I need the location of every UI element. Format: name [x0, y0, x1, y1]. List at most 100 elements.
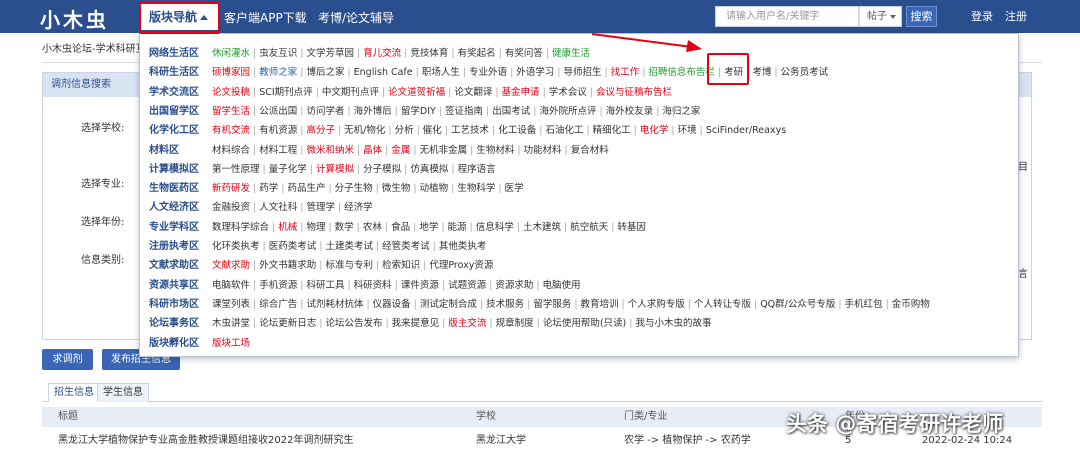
menu-link[interactable]: 会议与征稿布告栏	[596, 87, 672, 98]
menu-link[interactable]: 技术服务	[486, 299, 524, 310]
menu-link[interactable]: 教师之家	[259, 67, 297, 78]
menu-link[interactable]: 留学服务	[533, 299, 571, 310]
menu-link[interactable]: 标准与专利	[325, 260, 373, 271]
request-adjustment-button[interactable]: 求调剂	[42, 349, 93, 370]
menu-link[interactable]: 医药类考试	[269, 241, 317, 252]
menu-link[interactable]: 个人转让专版	[694, 299, 751, 310]
site-logo[interactable]: 小木虫	[40, 4, 109, 33]
menu-link[interactable]: 测试定制合成	[420, 299, 477, 310]
menu-link[interactable]: 仪器设备	[373, 299, 411, 310]
menu-link[interactable]: 物理	[306, 222, 325, 233]
menu-link[interactable]: 试剂耗材抗体	[306, 299, 363, 310]
menu-link[interactable]: 石油化工	[545, 125, 583, 136]
menu-category-title[interactable]: 论坛事务区	[149, 314, 199, 329]
menu-link[interactable]: 论坛使用帮助(只读)	[543, 318, 626, 329]
menu-link[interactable]: 科研工具	[306, 280, 344, 291]
menu-category-title[interactable]: 出国留学区	[149, 102, 199, 117]
menu-category-title[interactable]: 注册执考区	[149, 237, 199, 252]
menu-link[interactable]: 健康生活	[552, 48, 590, 59]
menu-link[interactable]: 电脑使用	[543, 280, 581, 291]
menu-link[interactable]: 专业外语	[469, 67, 507, 78]
menu-link[interactable]: 农林	[363, 222, 382, 233]
menu-link[interactable]: 高分子	[306, 125, 335, 136]
menu-link[interactable]: 复合材料	[571, 145, 609, 156]
menu-link[interactable]: 科研资料	[354, 280, 392, 291]
menu-link[interactable]: 新药研发	[212, 183, 250, 194]
menu-link[interactable]: 留学DIY	[401, 106, 436, 117]
menu-category-title[interactable]: 文献求助区	[149, 256, 199, 271]
menu-link[interactable]: 论文翻译	[454, 87, 492, 98]
menu-link[interactable]: 材料综合	[212, 145, 250, 156]
menu-link[interactable]: 分子生物	[335, 183, 373, 194]
menu-link[interactable]: 环境	[678, 125, 697, 136]
menu-link[interactable]: 外语学习	[516, 67, 554, 78]
menu-link[interactable]: 论文投稿	[212, 87, 250, 98]
menu-link[interactable]: 出国考试	[492, 106, 530, 117]
menu-link[interactable]: 精细化工	[593, 125, 631, 136]
menu-link[interactable]: 休闲灌水	[212, 48, 250, 59]
menu-link[interactable]: 竞技体育	[410, 48, 448, 59]
menu-link[interactable]: 虫友互识	[259, 48, 297, 59]
menu-link[interactable]: 代理Proxy资源	[429, 260, 493, 271]
menu-link[interactable]: 转基因	[617, 222, 646, 233]
menu-link[interactable]: 资源求助	[495, 280, 533, 291]
menu-link[interactable]: 人文社科	[259, 202, 297, 213]
menu-link[interactable]: 课件资源	[401, 280, 439, 291]
menu-category-title[interactable]: 人文经济区	[149, 198, 199, 213]
menu-link[interactable]: 课堂列表	[212, 299, 250, 310]
menu-link[interactable]: 中文期刊点评	[322, 87, 379, 98]
menu-link[interactable]: QQ群/公众号专版	[760, 299, 835, 310]
menu-category-title[interactable]: 计算模拟区	[149, 160, 199, 175]
menu-link[interactable]: 第一性原理	[212, 164, 260, 175]
menu-link[interactable]: 催化	[423, 125, 442, 136]
menu-link[interactable]: 机械	[278, 222, 297, 233]
menu-link[interactable]: 规章制度	[496, 318, 534, 329]
menu-link[interactable]: 动植物	[420, 183, 449, 194]
menu-link[interactable]: 药学	[259, 183, 278, 194]
search-button[interactable]: 搜索	[906, 6, 937, 27]
menu-link[interactable]: 微米和纳米	[306, 145, 354, 156]
menu-link[interactable]: 经管类考试	[382, 241, 430, 252]
menu-link[interactable]: SCI期刊点评	[259, 87, 312, 98]
menu-link[interactable]: 航空航天	[570, 222, 608, 233]
menu-link[interactable]: 金币购物	[892, 299, 930, 310]
menu-link[interactable]: 无机非金属	[420, 145, 468, 156]
menu-link[interactable]: 分子模拟	[363, 164, 401, 175]
menu-link[interactable]: 无机/物化	[344, 125, 385, 136]
menu-link[interactable]: 材料工程	[259, 145, 297, 156]
menu-link[interactable]: 手机资源	[259, 280, 297, 291]
menu-category-title[interactable]: 学术交流区	[149, 83, 199, 98]
menu-link[interactable]: 导师招生	[563, 67, 601, 78]
menu-link[interactable]: 手机红包	[845, 299, 883, 310]
menu-link[interactable]: 生物材料	[476, 145, 514, 156]
menu-link[interactable]: 留学生活	[212, 106, 250, 117]
menu-link[interactable]: 其他类执考	[439, 241, 487, 252]
menu-link[interactable]: 文献求助	[212, 260, 250, 271]
menu-link[interactable]: 版块工场	[212, 338, 250, 349]
menu-link[interactable]: 功能材料	[524, 145, 562, 156]
menu-link[interactable]: 海外院所点评	[539, 106, 596, 117]
menu-link[interactable]: 硕博家园	[212, 67, 250, 78]
menu-link[interactable]: 教育培训	[581, 299, 619, 310]
menu-link[interactable]: 海外校友录	[606, 106, 654, 117]
menu-link[interactable]: 试题资源	[448, 280, 486, 291]
menu-link[interactable]: 公派出国	[259, 106, 297, 117]
menu-link[interactable]: 博后之家	[306, 67, 344, 78]
menu-link[interactable]: 论坛公告发布	[325, 318, 382, 329]
search-input[interactable]: 请输入用户名/关键字	[715, 6, 859, 27]
menu-category-title[interactable]: 科研生活区	[149, 63, 199, 78]
menu-link[interactable]: 考博	[752, 67, 771, 78]
menu-link[interactable]: 访问学者	[306, 106, 344, 117]
menu-link[interactable]: 土木建筑	[523, 222, 561, 233]
menu-link[interactable]: 工艺技术	[451, 125, 489, 136]
menu-link[interactable]: 能源	[448, 222, 467, 233]
menu-link[interactable]: 基金申请	[502, 87, 540, 98]
menu-link[interactable]: 我与小木虫的故事	[635, 318, 711, 329]
menu-link[interactable]: 版主交流	[448, 318, 486, 329]
menu-link[interactable]: 学术会议	[549, 87, 587, 98]
menu-link[interactable]: 签证指南	[445, 106, 483, 117]
menu-link[interactable]: 个人求购专版	[628, 299, 685, 310]
menu-link[interactable]: 综合广告	[259, 299, 297, 310]
menu-category-title[interactable]: 资源共享区	[149, 276, 199, 291]
menu-link[interactable]: 论坛更新日志	[259, 318, 316, 329]
